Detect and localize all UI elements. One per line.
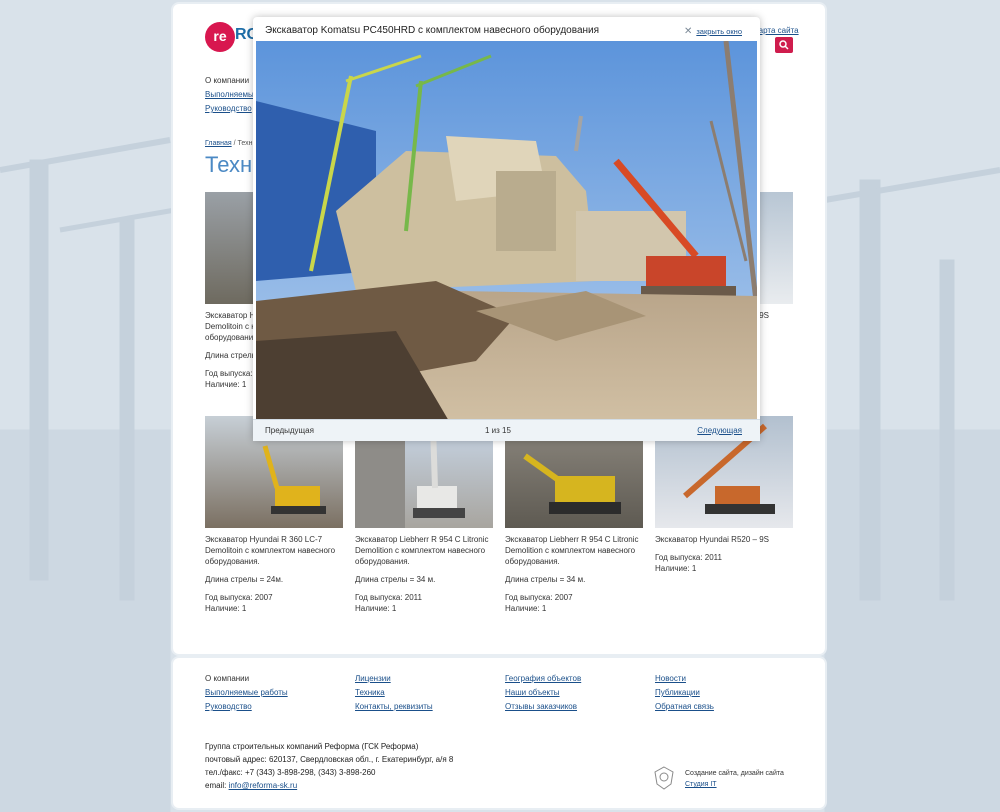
footer-link-feedback[interactable]: Обратная связь <box>655 700 714 714</box>
equipment-stock: Наличие: 1 <box>205 604 247 613</box>
equipment-title: Экскаватор Hyundai R520 – 9S <box>655 535 769 544</box>
studio-link[interactable]: Студия IT <box>685 779 784 790</box>
equipment-title: Экскаватор Liebherr R 954 C Litronic Dem… <box>505 535 639 566</box>
footer-link-licenses[interactable]: Лицензии <box>355 672 433 686</box>
company-name: Группа строительных компаний Реформа (ГС… <box>205 742 419 751</box>
logo-circle: re <box>205 22 235 52</box>
email-link[interactable]: info@reforma-sk.ru <box>229 781 298 790</box>
sitemap-link[interactable]: карта сайта <box>755 26 799 35</box>
equipment-year: Год выпуска: 2011 <box>655 553 722 562</box>
search-button[interactable] <box>775 37 793 53</box>
studio-text-block: Создание сайта, дизайн сайта Студия IT <box>685 768 784 790</box>
lightbox-photo[interactable] <box>256 41 757 433</box>
studio-text: Создание сайта, дизайн сайта <box>685 770 784 777</box>
footer-link-publications[interactable]: Публикации <box>655 686 714 700</box>
company-info: Группа строительных компаний Реформа (ГС… <box>205 740 453 792</box>
construction-site-image <box>256 41 757 433</box>
lightbox-next-button[interactable]: Следующая <box>697 426 742 435</box>
equipment-title: Экскаватор Liebherr R 954 C Litronic Dem… <box>355 535 489 566</box>
equipment-card[interactable]: Экскаватор Hyundai R 360 LC-7 Demolitoin… <box>205 416 345 614</box>
equipment-year: Год выпуска: 2007 <box>505 593 573 602</box>
image-lightbox: Экскаватор Komatsu PC450HRD с комплектом… <box>253 17 760 441</box>
equipment-boom: Длина стрелы = 34 м. <box>505 575 586 584</box>
lightbox-prev-button[interactable]: Предыдущая <box>265 426 314 435</box>
equipment-card[interactable]: Экскаватор Liebherr R 954 C Litronic Dem… <box>505 416 645 614</box>
footer-col-4: Новости Публикации Обратная связь <box>655 672 714 714</box>
equipment-year: Год выпуска: 2011 <box>355 593 422 602</box>
footer-link-geography[interactable]: География объектов <box>505 672 581 686</box>
lightbox-counter: 1 из 15 <box>485 426 511 435</box>
search-icon <box>779 40 789 50</box>
equipment-card[interactable]: Экскаватор Liebherr R 954 C Litronic Dem… <box>355 416 495 614</box>
lightbox-title: Экскаватор Komatsu PC450HRD с комплектом… <box>265 25 600 36</box>
footer-link-contacts[interactable]: Контакты, реквизиты <box>355 700 433 714</box>
studio-seal-icon <box>654 766 674 790</box>
footer-link-reviews[interactable]: Отзывы заказчиков <box>505 700 581 714</box>
footer-link-objects[interactable]: Наши объекты <box>505 686 581 700</box>
lightbox-pager: Предыдущая 1 из 15 Следующая <box>253 419 760 441</box>
footer-link-about[interactable]: О компании <box>205 672 288 686</box>
email-label: email: <box>205 781 229 790</box>
equipment-stock: Наличие: 1 <box>505 604 547 613</box>
footer-link-management[interactable]: Руководство <box>205 700 288 714</box>
equipment-title: Экскаватор Hyundai R 360 LC-7 Demolitoin… <box>205 535 336 566</box>
footer-link-news[interactable]: Новости <box>655 672 714 686</box>
footer-col-3: География объектов Наши объекты Отзывы з… <box>505 672 581 714</box>
breadcrumb-home[interactable]: Главная <box>205 140 232 147</box>
footer-link-equipment[interactable]: Техника <box>355 686 433 700</box>
equipment-boom: Длина стрелы = 24м. <box>205 575 284 584</box>
equipment-year: Год выпуска: 2007 <box>205 593 273 602</box>
equipment-stock: Наличие: 1 <box>355 604 397 613</box>
footer-col-1: О компании Выполняемые работы Руководств… <box>205 672 288 714</box>
close-icon: ✕ <box>683 26 693 37</box>
company-email-row: email: info@reforma-sk.ru <box>205 779 453 792</box>
footer: О компании Выполняемые работы Руководств… <box>173 658 825 808</box>
footer-link-works[interactable]: Выполняемые работы <box>205 686 288 700</box>
equipment-stock: Наличие: 1 <box>655 564 697 573</box>
lightbox-close-label[interactable]: закрыть окно <box>696 27 742 36</box>
company-address: почтовый адрес: 620137, Свердловская обл… <box>205 755 454 764</box>
company-phone: тел./факс: +7 (343) 3-898-298, (343) 3-8… <box>205 768 376 777</box>
footer-col-2: Лицензии Техника Контакты, реквизиты <box>355 672 433 714</box>
lightbox-close-button[interactable]: ✕ закрыть окно <box>684 26 742 37</box>
equipment-boom: Длина стрелы = 34 м. <box>355 575 436 584</box>
